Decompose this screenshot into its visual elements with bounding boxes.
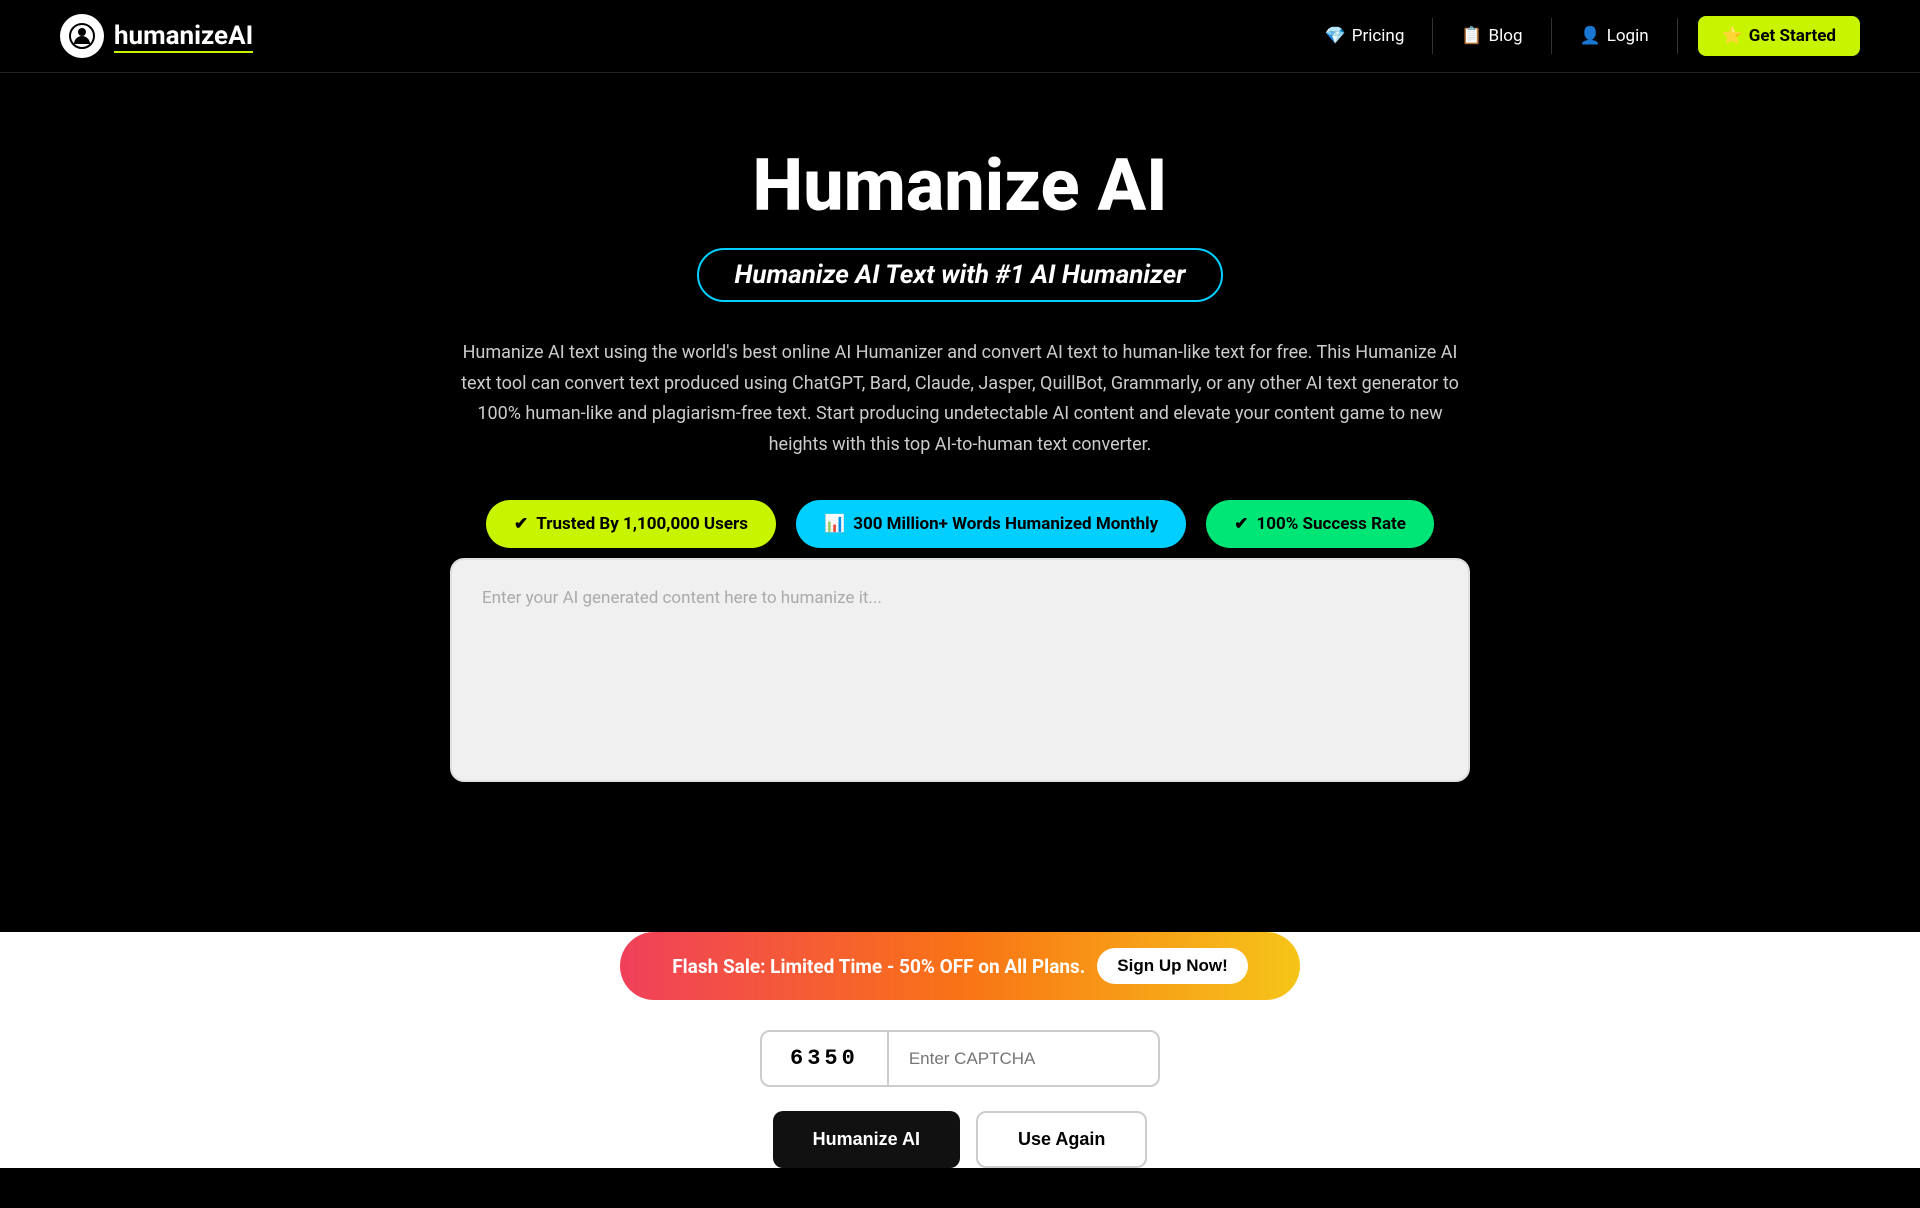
- textarea-container: [450, 558, 1470, 782]
- check-icon: ✔: [514, 514, 528, 534]
- captcha-box: 6350: [760, 1030, 1160, 1087]
- content-section: Flash Sale: Limited Time - 50% OFF on Al…: [0, 932, 1920, 1168]
- nav-pricing[interactable]: 💎 Pricing: [1297, 18, 1434, 54]
- action-buttons: Humanize AI Use Again: [0, 1111, 1920, 1168]
- hero-content: Humanize AI Humanize AI Text with #1 AI …: [0, 73, 1920, 832]
- logo[interactable]: humanizeAI: [60, 14, 253, 58]
- badge-success: ✔ 100% Success Rate: [1206, 500, 1434, 548]
- captcha-row: 6350: [760, 1030, 1160, 1087]
- hero-title: Humanize AI: [20, 143, 1900, 228]
- humanize-button[interactable]: Humanize AI: [773, 1111, 960, 1168]
- badges-row: ✔ Trusted By 1,100,000 Users 📊 300 Milli…: [20, 500, 1900, 548]
- badge-users: ✔ Trusted By 1,100,000 Users: [486, 500, 776, 548]
- user-icon: 👤: [1580, 26, 1601, 46]
- signup-now-button[interactable]: Sign Up Now!: [1097, 948, 1247, 984]
- check2-icon: ✔: [1234, 514, 1248, 534]
- diamond-icon: 💎: [1325, 26, 1346, 46]
- nav-get-started[interactable]: ⭐ Get Started: [1698, 16, 1860, 56]
- nav-login[interactable]: 👤 Login: [1552, 18, 1678, 54]
- captcha-input[interactable]: [889, 1032, 1158, 1085]
- hero-subtitle: Humanize AI Text with #1 AI Humanizer: [697, 248, 1224, 302]
- blog-icon: 📋: [1461, 26, 1482, 46]
- flash-sale-text: Flash Sale: Limited Time - 50% OFF on Al…: [672, 955, 1085, 978]
- hero-description: Humanize AI text using the world's best …: [460, 338, 1460, 460]
- badge-words: 📊 300 Million+ Words Humanized Monthly: [796, 500, 1186, 548]
- star-icon: ⭐: [1722, 26, 1743, 46]
- use-again-button[interactable]: Use Again: [976, 1111, 1147, 1168]
- captcha-code: 6350: [762, 1032, 889, 1085]
- logo-text: humanizeAI: [114, 21, 253, 51]
- ai-text-input[interactable]: [452, 560, 1468, 776]
- flash-sale-banner: Flash Sale: Limited Time - 50% OFF on Al…: [620, 932, 1300, 1000]
- nav-links: 💎 Pricing 📋 Blog 👤 Login ⭐ Get Started: [1297, 16, 1860, 56]
- navbar: humanizeAI 💎 Pricing 📋 Blog 👤 Login ⭐ Ge…: [0, 0, 1920, 73]
- nav-blog[interactable]: 📋 Blog: [1433, 18, 1551, 54]
- chart-icon: 📊: [824, 514, 845, 534]
- logo-icon: [60, 14, 104, 58]
- hero-section: Humanize AI Humanize AI Text with #1 AI …: [0, 73, 1920, 892]
